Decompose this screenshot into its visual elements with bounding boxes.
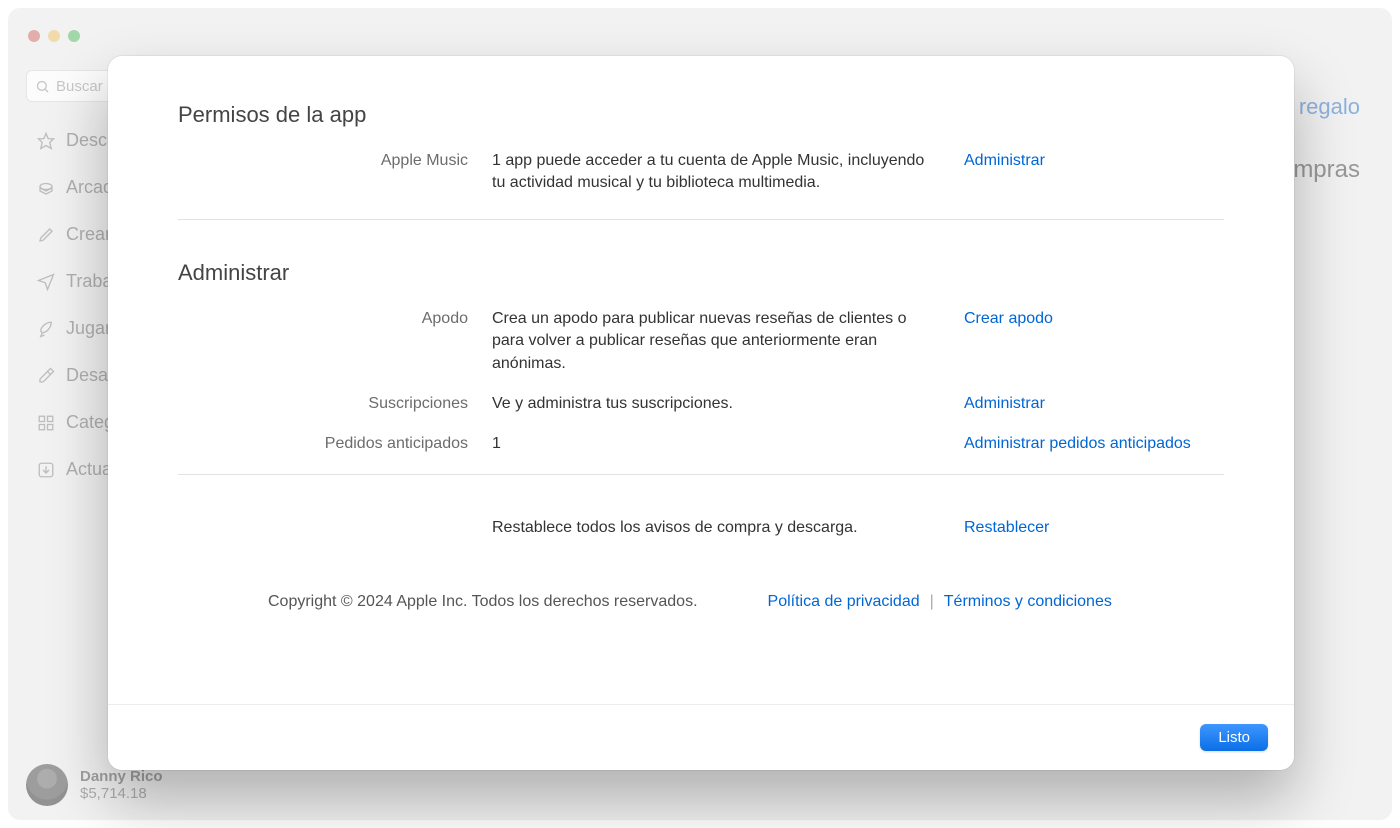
- pencil-icon: [36, 225, 56, 245]
- fullscreen-window-icon[interactable]: [68, 30, 80, 42]
- row-label: Suscripciones: [178, 393, 468, 415]
- footer-separator: |: [930, 593, 934, 611]
- row-desc: 1: [492, 433, 940, 455]
- row-desc: Ve y administra tus suscripciones.: [492, 393, 940, 415]
- row-nickname: Apodo Crea un apodo para publicar nuevas…: [178, 308, 1224, 375]
- row-label: Apodo: [178, 308, 468, 375]
- account-settings-modal: Permisos de la app Apple Music 1 app pue…: [108, 56, 1294, 770]
- grid-icon: [36, 413, 56, 433]
- done-button[interactable]: Listo: [1200, 724, 1268, 751]
- row-subscriptions: Suscripciones Ve y administra tus suscri…: [178, 393, 1224, 415]
- row-reset: Restablece todos los avisos de compra y …: [178, 519, 1224, 537]
- close-window-icon[interactable]: [28, 30, 40, 42]
- create-nickname-link[interactable]: Crear apodo: [964, 308, 1224, 375]
- row-preorders: Pedidos anticipados 1 Administrar pedido…: [178, 433, 1224, 455]
- terms-link[interactable]: Términos y condiciones: [944, 593, 1112, 611]
- modal-footer: Listo: [108, 704, 1294, 770]
- row-label: Pedidos anticipados: [178, 433, 468, 455]
- account-card[interactable]: Danny Rico $5,714.18: [26, 764, 163, 806]
- bg-heading-fragment: mpras: [1293, 156, 1360, 184]
- window-controls[interactable]: [28, 30, 80, 42]
- user-name: Danny Rico: [80, 768, 163, 785]
- search-icon: [35, 79, 50, 94]
- modal-body: Permisos de la app Apple Music 1 app pue…: [108, 56, 1294, 704]
- manage-preorders-link[interactable]: Administrar pedidos anticipados: [964, 433, 1224, 455]
- manage-subscriptions-link[interactable]: Administrar: [964, 393, 1224, 415]
- star-icon: [36, 131, 56, 151]
- avatar: [26, 764, 68, 806]
- row-desc: Crea un apodo para publicar nuevas reseñ…: [492, 308, 940, 375]
- arcade-icon: [36, 178, 56, 198]
- divider: [178, 219, 1224, 220]
- hammer-icon: [36, 366, 56, 386]
- reset-warnings-link[interactable]: Restablecer: [964, 519, 1224, 537]
- privacy-link[interactable]: Política de privacidad: [768, 593, 920, 611]
- section-title-manage: Administrar: [178, 260, 1224, 286]
- row-desc: Restablece todos los avisos de compra y …: [492, 519, 940, 537]
- section-title-permissions: Permisos de la app: [178, 102, 1224, 128]
- sidebar-item-label: Crear: [66, 224, 111, 245]
- minimize-window-icon[interactable]: [48, 30, 60, 42]
- row-desc: 1 app puede acceder a tu cuenta de Apple…: [492, 150, 940, 195]
- sidebar-item-label: Jugar: [66, 318, 111, 339]
- manage-apple-music-link[interactable]: Administrar: [964, 150, 1224, 195]
- download-icon: [36, 460, 56, 480]
- row-label: Apple Music: [178, 150, 468, 195]
- paperplane-icon: [36, 272, 56, 292]
- user-balance: $5,714.18: [80, 785, 163, 802]
- modal-legal-footer: Copyright © 2024 Apple Inc. Todos los de…: [178, 593, 1224, 611]
- rocket-icon: [36, 319, 56, 339]
- search-placeholder: Buscar: [56, 78, 103, 95]
- row-apple-music: Apple Music 1 app puede acceder a tu cue…: [178, 150, 1224, 195]
- copyright-text: Copyright © 2024 Apple Inc. Todos los de…: [268, 593, 698, 611]
- divider: [178, 474, 1224, 475]
- bg-link-fragment: regalo: [1299, 94, 1360, 120]
